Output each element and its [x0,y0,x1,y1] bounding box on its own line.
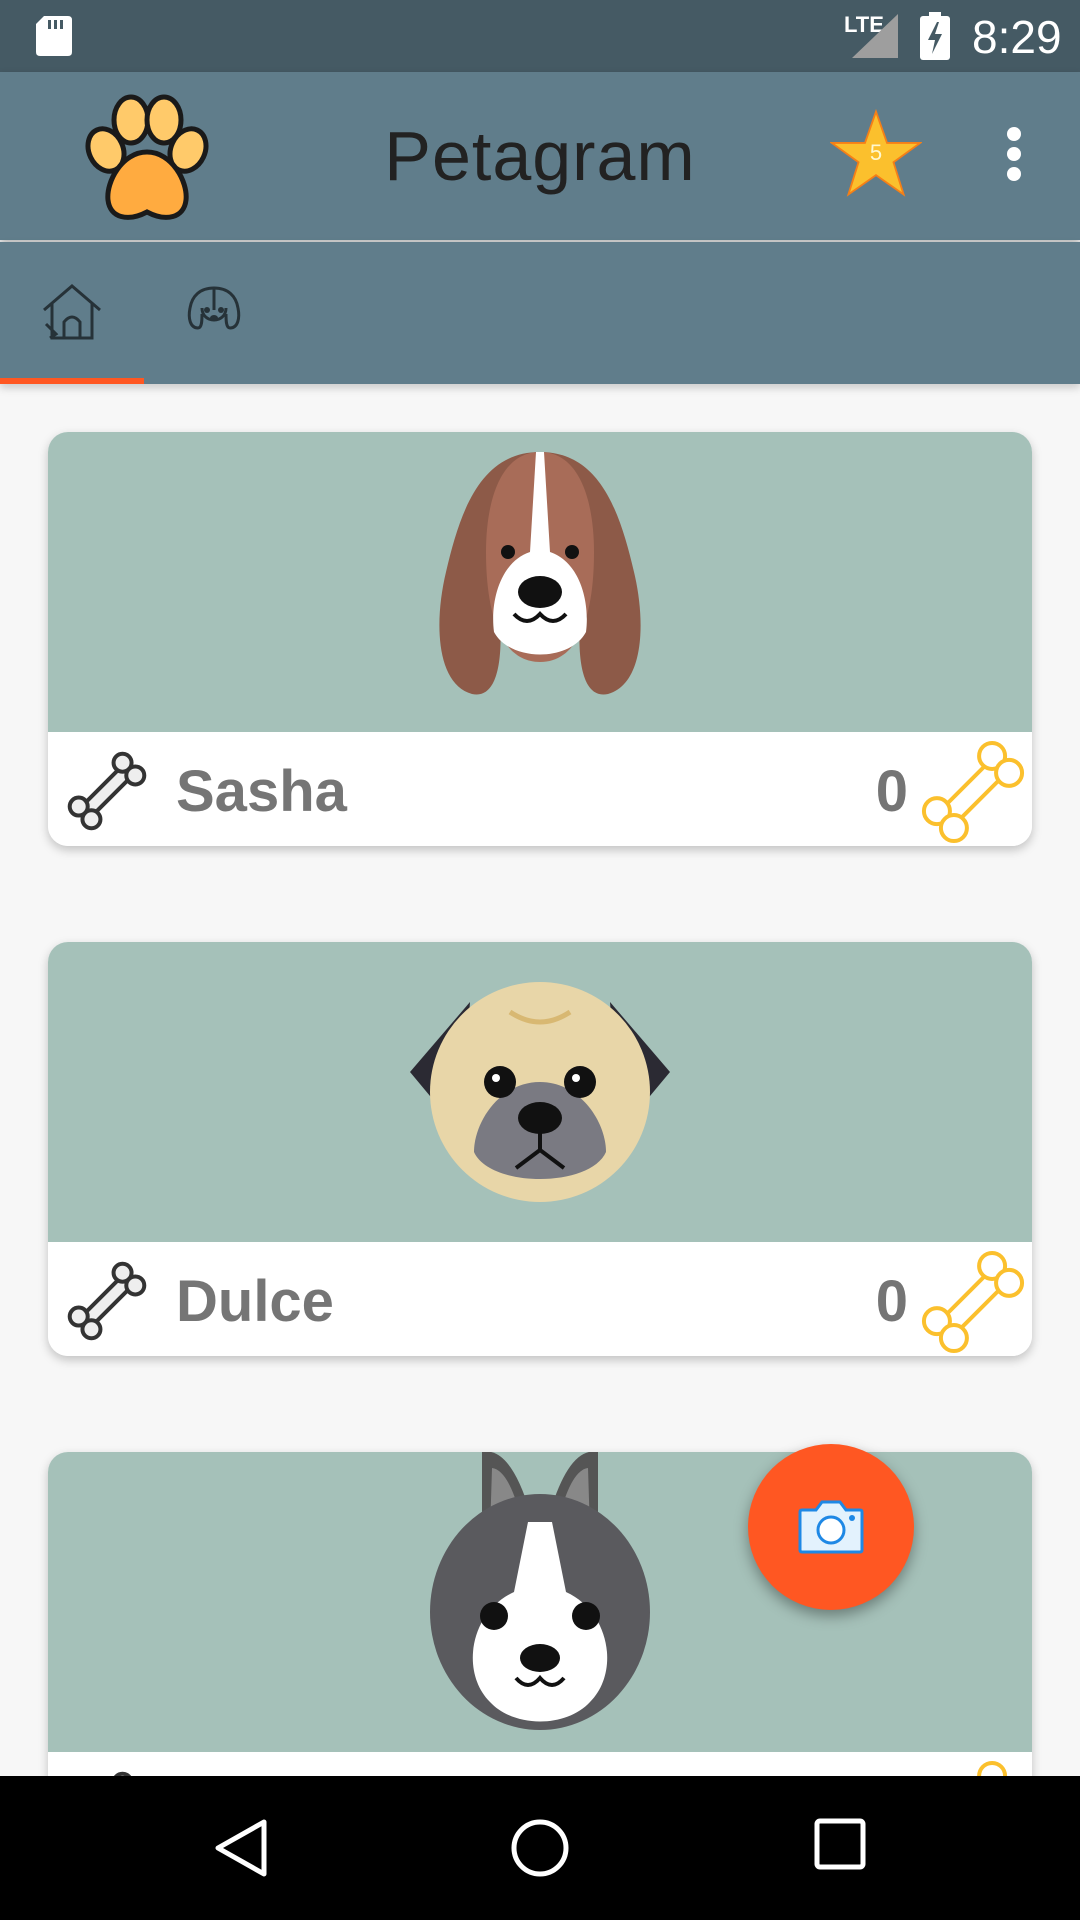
pet-name: Sasha [176,759,347,824]
boston-terrier-avatar [430,1452,650,1730]
more-vert-icon[interactable] [994,124,1034,184]
beagle-avatar [439,452,641,695]
bone-rating-icon [921,740,1025,844]
home-icon[interactable] [510,1818,570,1878]
status-bar: LTE 8:29 [0,0,1080,72]
system-nav-bar [0,1776,1080,1920]
bone-like-icon[interactable] [62,746,152,836]
pet-card-footer: Sasha 0 [48,732,1032,846]
battery-charging-icon [920,12,950,60]
tab-profile[interactable] [144,242,288,384]
pet-card: Sasha 0 [48,432,1032,846]
pet-likes-count: 0 [875,759,908,824]
home-doghouse-icon [43,284,101,340]
pet-photo [48,432,1032,732]
bone-like-icon[interactable] [62,1256,152,1346]
camera-fab-button[interactable] [748,1444,914,1610]
camera-icon [798,1500,864,1554]
bone-rating-icon [921,1250,1025,1354]
pet-likes-count: 0 [875,1269,908,1334]
tab-bar [0,242,1080,384]
pet-photo [48,942,1032,1242]
sd-card-icon [36,16,72,56]
back-icon[interactable] [214,1818,268,1878]
pet-name: Dulce [176,1269,334,1334]
pet-card: Dulce 0 [48,942,1032,1356]
clock: 8:29 [972,11,1062,63]
dog-profile-icon [187,286,241,330]
tab-home[interactable] [0,242,144,384]
signal-icon [852,14,898,58]
pet-card-footer: Dulce 0 [48,1242,1032,1356]
app-bar: Petagram 5 [0,72,1080,240]
tab-indicator [0,378,144,384]
pug-avatar [410,982,670,1202]
recents-icon[interactable] [814,1818,866,1870]
favorites-count: 5 [869,140,883,165]
